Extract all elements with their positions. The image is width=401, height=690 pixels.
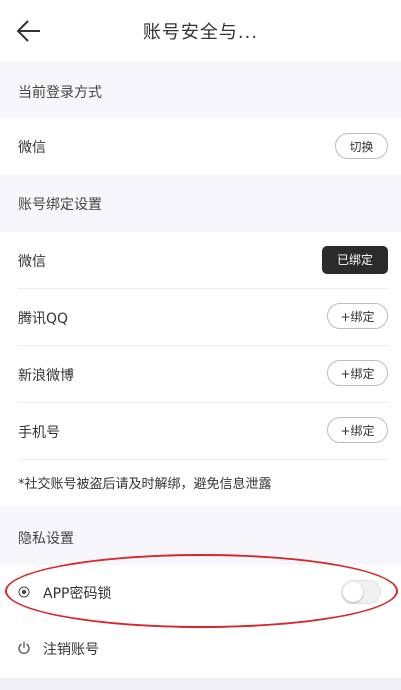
top-bar: 账号安全与... (0, 0, 401, 62)
section-title-login: 当前登录方式 (18, 85, 102, 101)
notice-row: *社交账号被盗后请及时解绑，避免信息泄露 (0, 460, 401, 506)
cancel-account-button[interactable]: 注销账号 (43, 639, 99, 659)
target-radio-icon (18, 586, 30, 598)
bind-qq-button[interactable]: +绑定 (327, 303, 388, 329)
divider (18, 288, 389, 289)
bind-weibo-button[interactable]: +绑定 (327, 360, 388, 386)
binding-label-phone: 手机号 (18, 425, 60, 441)
divider (18, 345, 389, 346)
page-title: 账号安全与... (142, 22, 259, 43)
switch-login-button[interactable]: 切换 (335, 133, 388, 159)
login-method-row: 微信 切换 (0, 118, 401, 175)
toggle-knob (343, 582, 363, 602)
divider (18, 402, 389, 403)
binding-label-qq: 腾讯QQ (18, 311, 69, 327)
section-title-privacy: 隐私设置 (18, 531, 74, 547)
app-lock-label: APP密码锁 (43, 586, 112, 602)
privacy-list: APP密码锁 注销账号 (0, 565, 401, 678)
binding-list: 微信 已绑定 腾讯QQ +绑定 新浪微博 +绑定 手机号 +绑定 (0, 232, 401, 460)
bind-phone-button[interactable]: +绑定 (327, 417, 388, 443)
section-title-binding: 账号绑定设置 (18, 197, 102, 213)
wechat-bound-button[interactable]: 已绑定 (322, 246, 388, 274)
binding-label-weibo: 新浪微博 (18, 368, 74, 384)
binding-label-wechat: 微信 (18, 254, 46, 270)
app-lock-toggle[interactable] (341, 580, 381, 604)
bottom-strip (0, 678, 401, 690)
power-icon (18, 641, 30, 654)
login-method-label: 微信 (18, 140, 46, 156)
security-notice: *社交账号被盗后请及时解绑，避免信息泄露 (18, 477, 272, 492)
